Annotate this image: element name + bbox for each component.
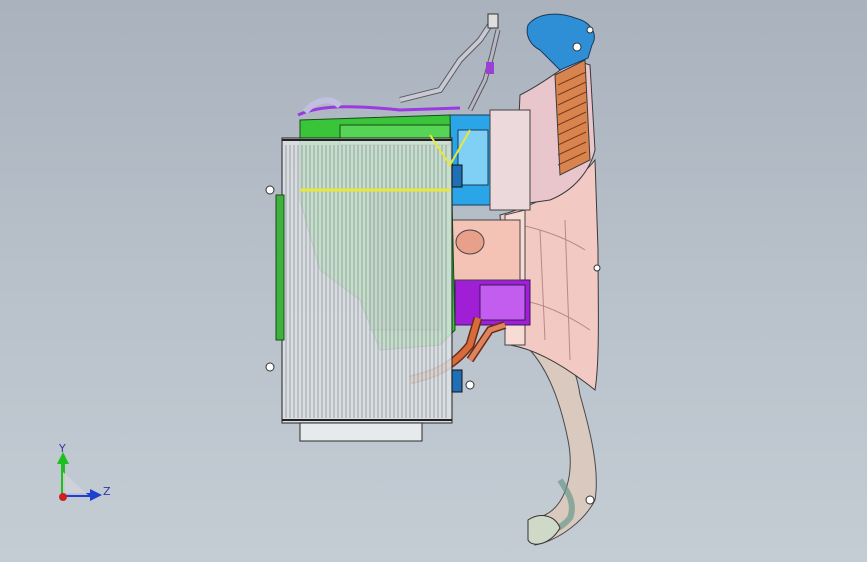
cooling-module-assembly-model[interactable] [0, 0, 867, 562]
y-axis-label: Y [59, 442, 66, 455]
radiator-condenser [275, 137, 453, 442]
cad-graphics-viewport[interactable]: Y Z [0, 0, 867, 562]
x-axis-dot [59, 493, 67, 501]
z-axis-label: Z [103, 485, 111, 498]
